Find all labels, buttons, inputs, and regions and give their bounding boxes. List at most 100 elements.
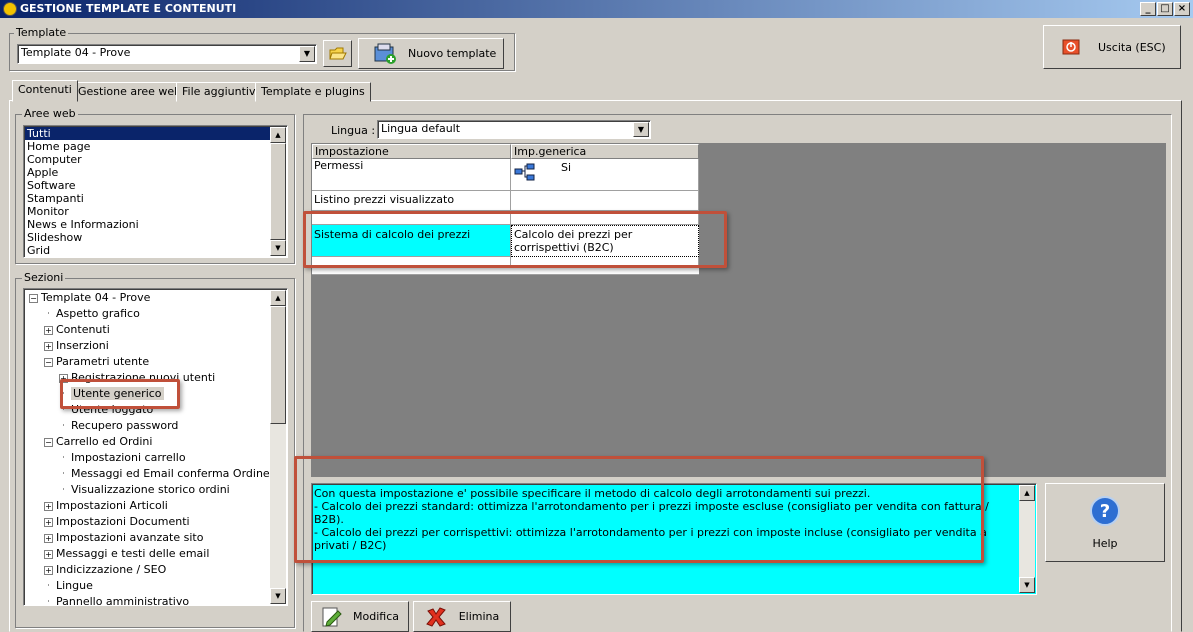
tree-node-label: Impostazioni Articoli [56, 499, 168, 512]
sezioni-tree[interactable]: − Template 04 - Prove · Aspetto grafico + Con… [23, 288, 288, 606]
template-select-value: Template 04 - Prove [21, 46, 131, 59]
expand-icon[interactable]: + [44, 533, 53, 543]
exit-button[interactable]: Uscita (ESC) [1043, 25, 1181, 69]
scroll-up-icon[interactable]: ▲ [1019, 485, 1035, 501]
scroll-thumb[interactable] [270, 143, 286, 240]
tree-node[interactable]: + Inserzioni [26, 338, 271, 354]
list-item[interactable]: Grid [25, 244, 272, 257]
close-button[interactable]: × [1174, 2, 1190, 16]
collapse-icon[interactable]: − [44, 357, 53, 367]
modifica-button[interactable]: Modifica [311, 601, 409, 632]
tree-node[interactable]: · Pannello amministrativo [26, 594, 271, 605]
scroll-down-icon[interactable]: ▼ [270, 588, 286, 604]
minimize-button[interactable]: _ [1140, 2, 1156, 16]
new-template-label: Nuovo template [408, 47, 497, 60]
list-item[interactable]: Tutti [25, 127, 272, 140]
sezioni-tree-items: − Template 04 - Prove · Aspetto grafico + Con… [26, 290, 271, 605]
tree-node[interactable]: · Visualizzazione storico ordini [26, 482, 271, 498]
grid-row-value[interactable] [511, 191, 699, 211]
tree-node[interactable]: · Messaggi ed Email conferma Ordine [26, 466, 271, 482]
scroll-thumb[interactable] [270, 306, 286, 424]
tree-node[interactable]: · Impostazioni carrello [26, 450, 271, 466]
list-item[interactable]: Apple [25, 166, 272, 179]
tree-node-label: Aspetto grafico [56, 307, 140, 320]
tab-gestione-aree-web[interactable]: Gestione aree web [72, 82, 188, 102]
new-template-button[interactable]: Nuovo template [358, 38, 504, 69]
tree-node-label: Indicizzazione / SEO [56, 563, 167, 576]
tree-node[interactable]: + Messaggi e testi delle email [26, 546, 271, 562]
tree-node[interactable]: + Impostazioni Documenti [26, 514, 271, 530]
power-icon [1062, 39, 1080, 55]
help-button[interactable]: ? Help [1045, 483, 1165, 562]
tree-node-label: Messaggi ed Email conferma Ordine [71, 467, 270, 480]
help-icon: ? [1090, 496, 1120, 526]
tree-node[interactable]: + Contenuti [26, 322, 271, 338]
tree-line-icon: · [62, 484, 65, 494]
list-item[interactable]: Home page [25, 140, 272, 153]
aree-web-list[interactable]: Tutti Home page Computer Apple Software Stamp… [23, 125, 288, 258]
tab-template-plugins[interactable]: Template e plugins [255, 82, 371, 102]
grid-empty-row [312, 267, 699, 275]
collapse-icon[interactable]: − [29, 293, 38, 303]
collapse-icon[interactable]: − [44, 437, 53, 447]
tree-node[interactable]: · Recupero password [26, 418, 271, 434]
expand-icon[interactable]: + [44, 517, 53, 527]
scroll-down-icon[interactable]: ▼ [270, 240, 286, 256]
scroll-down-icon[interactable]: ▼ [1019, 577, 1035, 593]
tab-contenuti[interactable]: Contenuti [12, 80, 78, 102]
tree-node-label: Template 04 - Prove [41, 291, 151, 304]
tree-line-icon: · [62, 420, 65, 430]
folder-icon [328, 47, 347, 60]
expand-icon[interactable]: + [44, 549, 53, 559]
tree-node[interactable]: + Impostazioni Articoli [26, 498, 271, 514]
elimina-button[interactable]: Elimina [413, 601, 511, 632]
tree-node-label: Impostazioni carrello [71, 451, 186, 464]
chevron-down-icon[interactable]: ▼ [299, 46, 315, 62]
permessi-value: Si [561, 161, 572, 174]
scroll-up-icon[interactable]: ▲ [270, 290, 286, 306]
lingua-select-value: Lingua default [381, 122, 461, 135]
tree-node-label: Impostazioni Documenti [56, 515, 190, 528]
aree-web-scrollbar[interactable]: ▲ ▼ [270, 127, 286, 256]
description-scrollbar[interactable]: ▲ ▼ [1019, 485, 1035, 593]
scroll-up-icon[interactable]: ▲ [270, 127, 286, 143]
tree-node[interactable]: + Impostazioni avanzate sito [26, 530, 271, 546]
template-group-label: Template [14, 26, 69, 39]
chevron-down-icon[interactable]: ▼ [633, 122, 649, 137]
tab-file-aggiuntivi[interactable]: File aggiuntivi [176, 82, 265, 102]
tree-node-label: Contenuti [56, 323, 110, 336]
expand-icon[interactable]: + [44, 325, 53, 335]
grid-row-name[interactable]: Listino prezzi visualizzato [312, 191, 511, 211]
expand-icon[interactable]: + [44, 565, 53, 575]
open-folder-button[interactable] [323, 40, 352, 67]
list-item[interactable]: Slideshow [25, 231, 272, 244]
tree-node[interactable]: + Indicizzazione / SEO [26, 562, 271, 578]
list-item[interactable]: News e Informazioni [25, 218, 272, 231]
tree-node[interactable]: − Parametri utente [26, 354, 271, 370]
tree-node[interactable]: − Carrello ed Ordini [26, 434, 271, 450]
list-item[interactable]: Software [25, 179, 272, 192]
maximize-button[interactable]: □ [1157, 2, 1173, 16]
expand-icon[interactable]: + [44, 501, 53, 511]
tree-node[interactable]: · Lingue [26, 578, 271, 594]
tree-node[interactable]: − Template 04 - Prove [26, 290, 271, 306]
list-item[interactable]: Stampanti [25, 192, 272, 205]
settings-grid[interactable]: Impostazione Imp.generica Permessi Si Li… [311, 143, 1166, 477]
sezioni-label: Sezioni [22, 271, 66, 284]
list-item[interactable]: Computer [25, 153, 272, 166]
sezioni-scrollbar[interactable]: ▲ ▼ [270, 290, 286, 604]
tree-node-label: Impostazioni avanzate sito [56, 531, 204, 544]
tree-node-label: Lingue [56, 579, 93, 592]
tree-node[interactable]: · Aspetto grafico [26, 306, 271, 322]
grid-row-name[interactable]: Permessi [312, 159, 511, 191]
template-select[interactable]: Template 04 - Prove ▼ [17, 44, 317, 64]
tree-line-icon: · [47, 308, 50, 318]
grid-row-value[interactable]: Si [511, 159, 699, 191]
expand-icon[interactable]: + [44, 341, 53, 351]
tree-line-icon: · [62, 468, 65, 478]
tree-node-label: Carrello ed Ordini [56, 435, 153, 448]
list-item[interactable]: Monitor [25, 205, 272, 218]
aree-web-items: Tutti Home page Computer Apple Software Stamp… [25, 127, 272, 257]
aree-web-label: Aree web [22, 107, 78, 120]
lingua-select[interactable]: Lingua default ▼ [377, 120, 651, 139]
